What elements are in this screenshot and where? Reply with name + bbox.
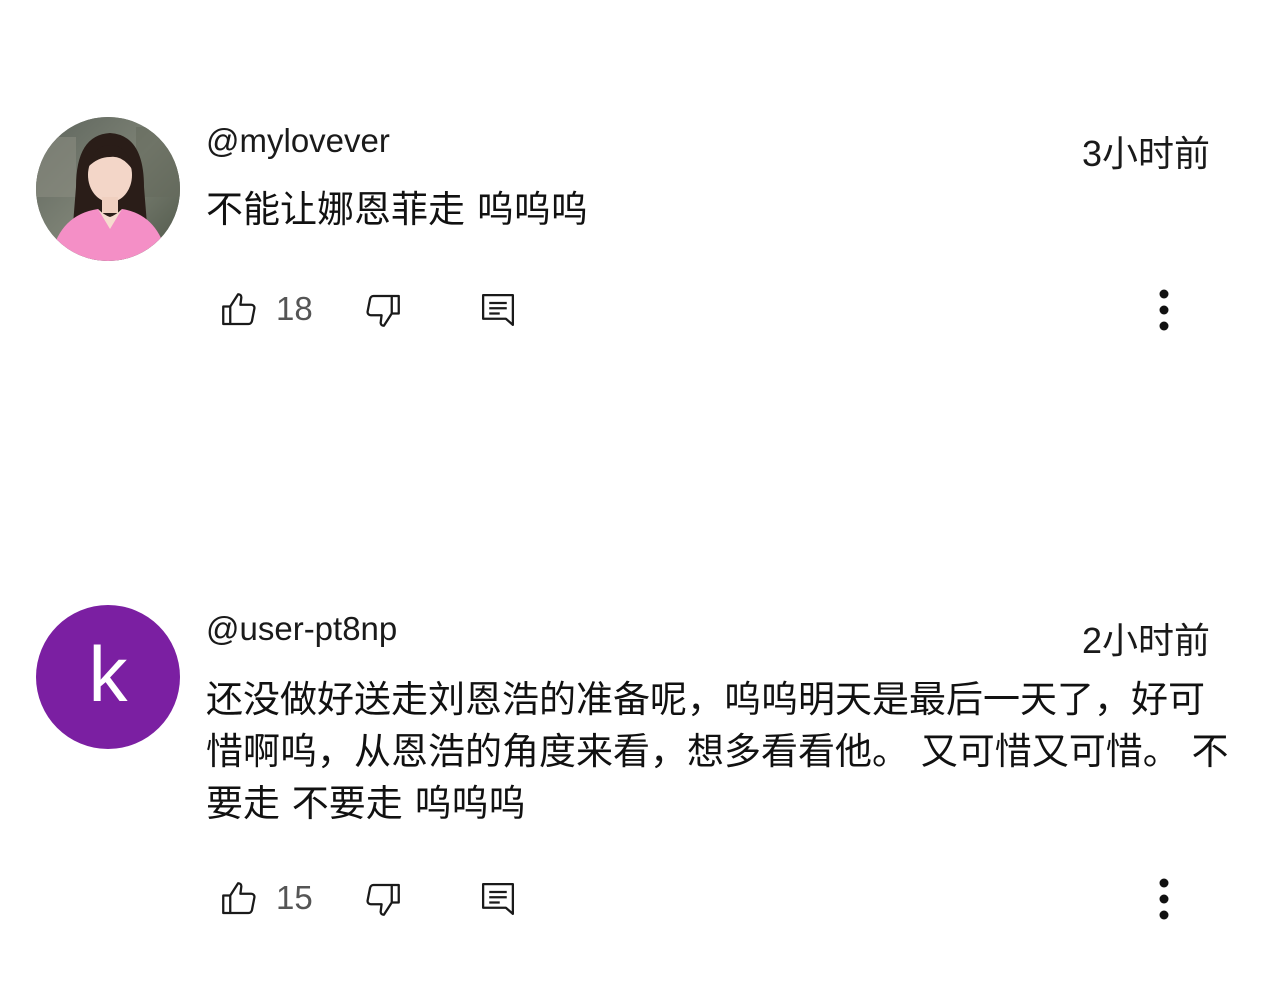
- more-options-button[interactable]: [1144, 869, 1184, 929]
- like-count: 15: [276, 879, 313, 916]
- author-name[interactable]: @user-pt8np: [206, 610, 397, 648]
- comment-time: 2小时前: [1081, 620, 1210, 661]
- more-vertical-icon: [1159, 878, 1169, 920]
- thumb-down-icon: [366, 883, 400, 916]
- like-button[interactable]: [218, 869, 260, 929]
- comment-icon: [481, 882, 515, 916]
- avatar[interactable]: k: [36, 605, 180, 749]
- avatar-letter: k: [88, 630, 128, 718]
- comment-text: 还没做好送走刘恩浩的准备呢，呜呜明天是最后一天了，好可惜啊呜，从恩浩的角度来看，…: [206, 678, 1229, 825]
- comment-actions: 15: [0, 869, 1284, 929]
- comment: k @user-pt8np 2小时前 还没做好送走刘恩浩的准备呢，呜呜明天是最后…: [0, 0, 1284, 998]
- thumb-up-icon: [222, 882, 256, 915]
- dislike-button[interactable]: [362, 869, 404, 929]
- reply-button[interactable]: [477, 869, 519, 929]
